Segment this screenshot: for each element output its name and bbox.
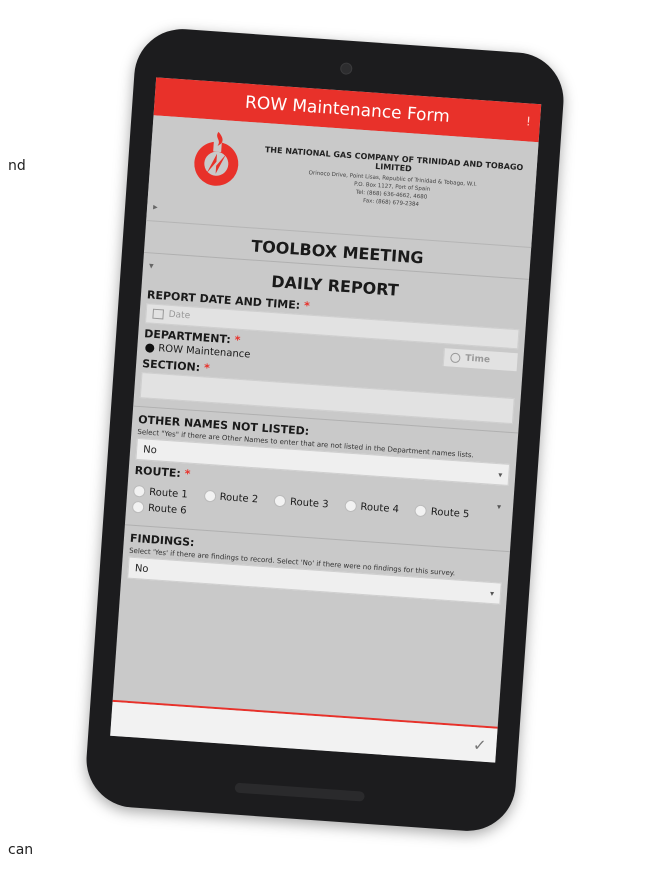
- route-option[interactable]: Route 1: [132, 484, 189, 501]
- other-names-value: No: [142, 443, 158, 456]
- route-option-label: Route 3: [289, 496, 329, 510]
- chevron-right-icon[interactable]: ▸: [153, 202, 158, 212]
- camera: [339, 62, 353, 76]
- date-placeholder: Date: [168, 309, 191, 322]
- route-option[interactable]: Route 2: [203, 489, 259, 506]
- route-label-text: ROUTE:: [134, 463, 182, 481]
- radio-circle: [273, 494, 287, 508]
- route-option-label: Route 5: [430, 506, 470, 520]
- radio-circle: [131, 500, 145, 514]
- home-bar: [234, 782, 365, 802]
- route-option-label: Route 4: [360, 501, 400, 515]
- route-option-label: Route 6: [147, 502, 188, 517]
- radio-selected: [144, 343, 155, 353]
- findings-value: No: [134, 562, 149, 575]
- chevron-down-icon[interactable]: ▾: [149, 261, 154, 271]
- time-placeholder: Time: [464, 353, 491, 366]
- route-option[interactable]: Route 3: [273, 494, 329, 511]
- background-text-bottom: can: [8, 842, 34, 858]
- required-marker: *: [303, 299, 311, 313]
- route-option[interactable]: Route 5: [414, 504, 470, 520]
- form-footer: ✓: [110, 701, 498, 763]
- app-title: ROW Maintenance Form: [244, 92, 451, 127]
- company-block: THE NATIONAL GAS COMPANY OF TRINIDAD AND…: [256, 145, 529, 217]
- section-label-text: SECTION:: [141, 357, 201, 375]
- required-marker: *: [184, 467, 191, 481]
- tablet-device: ROW Maintenance Form ! THE NATIONAL GAS …: [83, 25, 567, 835]
- calendar-icon: [152, 308, 165, 320]
- route-option[interactable]: Route 4: [344, 499, 400, 516]
- toolbox-section-label: TOOLBOX MEETING: [250, 236, 425, 268]
- radio-circle: [344, 499, 357, 513]
- chevron-down-icon: ▾: [498, 469, 503, 479]
- radio-circle: [414, 504, 428, 518]
- background-text-top: nd: [8, 158, 26, 174]
- route-option-label: Route 1: [148, 486, 189, 501]
- chevron-down-icon: ▾: [489, 588, 495, 598]
- route-option[interactable]: Route 6: [131, 500, 188, 517]
- form-screen: ROW Maintenance Form ! THE NATIONAL GAS …: [110, 77, 542, 763]
- clock-icon: [450, 352, 461, 364]
- ngc-flame-logo: [194, 131, 239, 186]
- radio-circle: [132, 484, 146, 498]
- chevron-down-icon: ▾: [496, 502, 502, 512]
- route-option-label: Route 2: [219, 491, 259, 505]
- required-marker: *: [234, 333, 241, 347]
- required-marker: *: [203, 361, 211, 375]
- checkmark-icon[interactable]: ✓: [472, 735, 487, 755]
- info-icon[interactable]: !: [525, 114, 532, 130]
- radio-circle: [203, 489, 217, 503]
